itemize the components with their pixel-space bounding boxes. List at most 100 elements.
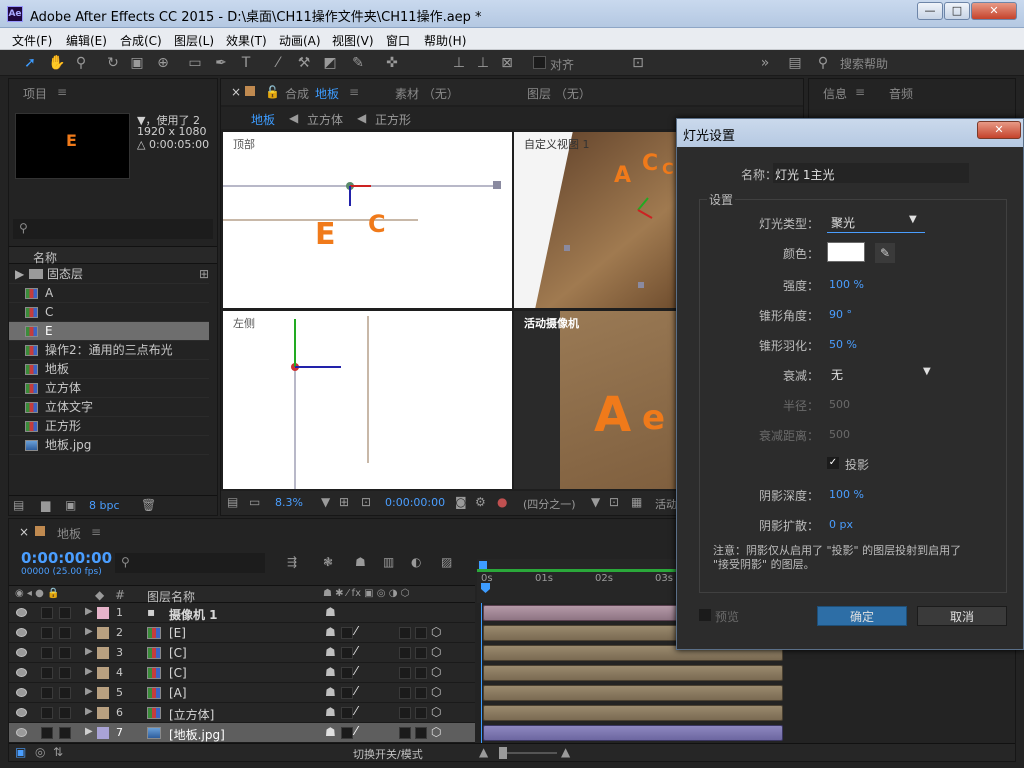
layer-name[interactable]: [A] [169,686,187,700]
visibility-eye-icon[interactable] [16,628,27,637]
audio-toggle[interactable] [41,647,53,659]
lock-toggle[interactable] [59,667,71,679]
audio-toggle[interactable] [41,667,53,679]
collapse-switch[interactable] [341,667,353,679]
menu-edit[interactable]: 编辑(E) [66,32,107,49]
frame-blending-icon[interactable]: ▥ [383,555,394,569]
collapse-switch[interactable] [341,687,353,699]
lock-toggle[interactable] [59,687,71,699]
menu-animation[interactable]: 动画(A) [279,32,321,49]
table-row[interactable]: ▶ 2 [E] ☗ ⁄ ⬡ [9,623,475,643]
3d-layer-switch[interactable] [415,627,427,639]
new-composition-icon[interactable]: ▣ [65,498,76,512]
table-row-selected[interactable]: ▶ 7 [地板.jpg] ☗ ⁄ ⬡ [9,723,475,743]
table-row[interactable]: ▶ 4 [C] ☗ ⁄ ⬡ [9,663,475,683]
3d-layer-switch[interactable] [415,687,427,699]
rectangle-tool-icon[interactable]: ▭ [187,55,203,71]
graph-editor-icon[interactable]: ▨ [441,555,452,569]
active-camera-select[interactable]: 活动 [655,496,677,512]
zoom-slider-handle[interactable] [499,747,507,759]
rotate-tool-icon[interactable]: ↻ [105,55,121,71]
list-item[interactable]: 立方体 [9,379,209,398]
tab-composition-floor[interactable]: 地板 [315,85,339,102]
quality-switch-icon[interactable]: ⁄ [355,644,357,658]
menu-help[interactable]: 帮助(H) [424,32,466,49]
audio-toggle[interactable] [41,627,53,639]
quality-switch-icon[interactable]: ⁄ [355,704,357,718]
adjustment-switch[interactable] [399,687,411,699]
shy-switch-icon[interactable]: ☗ [325,705,336,719]
zoom-out-icon[interactable]: ▲ [479,745,488,759]
label-color[interactable] [97,607,109,619]
cone-angle-value[interactable]: 90 ° [829,308,852,321]
mask-icon[interactable]: ⊡ [361,495,371,509]
collapse-switch[interactable] [341,627,353,639]
visibility-eye-icon[interactable] [16,688,27,697]
lock-toggle[interactable] [59,707,71,719]
lock-toggle[interactable] [59,607,71,619]
3d-layer-switch[interactable] [415,707,427,719]
shy-switch-icon[interactable]: ☗ [325,685,336,699]
pan-behind-tool-icon[interactable]: ⊕ [155,55,171,71]
adjustment-switch[interactable] [399,707,411,719]
expand-arrow-icon[interactable]: ▶ [85,666,93,677]
menu-window[interactable]: 窗口 [386,32,410,49]
panel-menu-icon[interactable]: ≡ [855,85,865,99]
label-color[interactable] [97,627,109,639]
3d-cube-icon[interactable]: ⬡ [431,685,441,699]
audio-toggle[interactable] [41,727,53,739]
expand-arrow-icon[interactable]: ▶ [85,686,93,697]
3d-cube-icon[interactable]: ⬡ [431,705,441,719]
menu-file[interactable]: 文件(F) [12,32,52,49]
3d-layer-switch[interactable] [415,647,427,659]
panel-menu-icon[interactable]: ≡ [91,525,101,539]
list-item[interactable]: A [9,284,209,303]
world-axis-icon[interactable]: ⊥ [475,55,491,71]
label-color[interactable] [97,687,109,699]
collapse-switch[interactable] [341,727,353,739]
breadcrumb-cube[interactable]: 立方体 [307,111,343,128]
light-color-swatch[interactable] [827,242,865,262]
view-axis-icon[interactable]: ⊠ [499,55,515,71]
draft-3d-icon[interactable]: ❃ [323,555,333,569]
project-search-input[interactable]: ⚲ [13,219,213,239]
visibility-eye-icon[interactable] [16,728,27,737]
shy-switch-icon[interactable]: ☗ [325,605,336,619]
local-axis-icon[interactable]: ⊥ [451,55,467,71]
hand-tool-icon[interactable]: ✋ [48,55,65,71]
viewport-left[interactable]: 左侧 [223,311,512,489]
resolution-select[interactable]: (四分之一) [523,496,576,512]
quality-switch-icon[interactable]: ⁄ [355,664,357,678]
quality-switch-icon[interactable]: ⁄ [355,724,357,738]
list-item[interactable]: 地板 [9,360,209,379]
show-channel-icon[interactable]: ⚙ [475,495,486,509]
menu-composition[interactable]: 合成(C) [120,32,162,49]
close-tab-icon[interactable]: × [19,525,29,539]
timeline-timecode[interactable]: 0:00:00:00 [21,549,112,567]
region-of-interest-icon[interactable]: ⊡ [609,495,619,509]
shy-switch-icon[interactable]: ☗ [325,625,336,639]
list-item[interactable]: 正方形 [9,417,209,436]
search-help-input[interactable]: 搜索帮助 [840,55,888,72]
audio-toggle[interactable] [41,707,53,719]
layer-duration-bar-image[interactable] [483,725,783,741]
ok-button[interactable]: 确定 [817,606,907,626]
monitor-icon[interactable]: ▭ [249,495,260,509]
lock-toggle[interactable] [59,647,71,659]
layer-duration-bar[interactable] [483,685,783,701]
roto-brush-tool-icon[interactable]: ✎ [350,55,366,71]
zoom-level[interactable]: 8.3% [275,496,303,509]
visibility-eye-icon[interactable] [16,648,27,657]
cancel-button[interactable]: 取消 [917,606,1007,626]
visibility-eye-icon[interactable] [16,708,27,717]
zoom-tool-icon[interactable]: ⚲ [73,55,89,71]
delete-icon[interactable]: 🗑 [141,498,156,512]
menu-effect[interactable]: 效果(T) [226,32,267,49]
viewport-top[interactable]: 顶部 E C [223,132,512,308]
type-tool-icon[interactable]: T [238,55,254,71]
motion-blur-icon[interactable]: ◐ [411,555,421,569]
chevron-down-icon[interactable]: ▼ [321,495,330,509]
clone-stamp-tool-icon[interactable]: ⚒ [296,55,312,71]
3d-cube-icon[interactable]: ⬡ [431,645,441,659]
audio-toggle[interactable] [41,687,53,699]
